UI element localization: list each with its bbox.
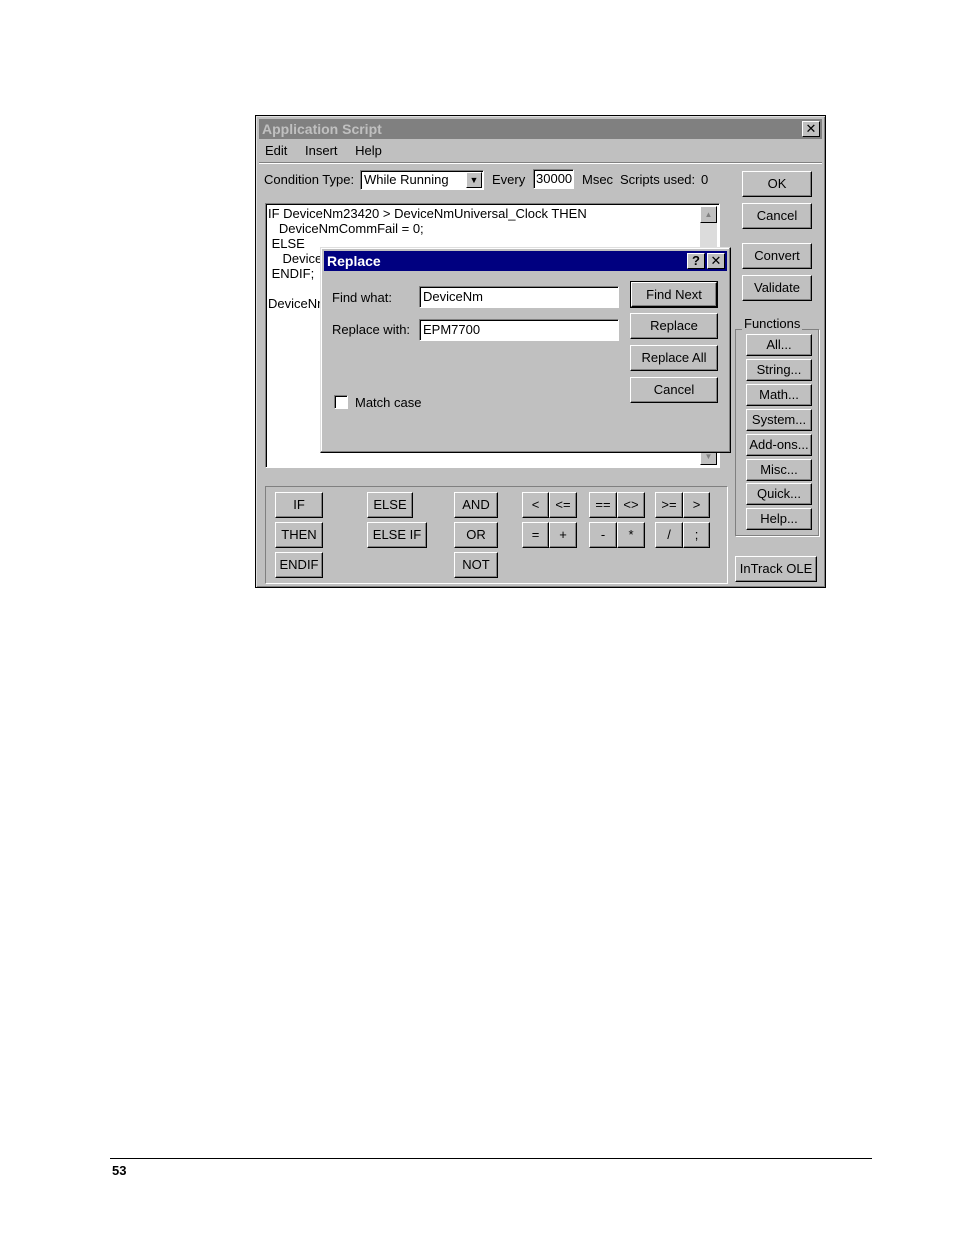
keyword-if-button[interactable]: IF <box>275 492 323 518</box>
keyword-or-button[interactable]: OR <box>454 522 498 548</box>
script-line: ELSE <box>268 236 305 251</box>
replace-button[interactable]: Replace <box>630 313 718 339</box>
window-title: Application Script <box>262 121 382 137</box>
scroll-up-icon[interactable]: ▲ <box>700 206 717 223</box>
keyword-elseif-button[interactable]: ELSE IF <box>367 522 427 548</box>
convert-button[interactable]: Convert <box>742 243 812 269</box>
replace-dialog-title: Replace <box>327 253 381 269</box>
script-line: IF DeviceNm23420 > DeviceNmUniversal_Clo… <box>268 206 587 221</box>
functions-label: Functions <box>742 316 803 331</box>
window-titlebar: Application Script ✕ <box>259 119 822 139</box>
operator-minus-button[interactable]: - <box>589 522 617 548</box>
page-number: 53 <box>112 1163 127 1178</box>
function-misc-button[interactable]: Misc... <box>746 459 812 481</box>
find-next-button[interactable]: Find Next <box>630 281 718 308</box>
every-label: Every <box>492 172 526 187</box>
replace-with-label: Replace with: <box>332 322 411 337</box>
replace-dialog-titlebar: Replace ? ✕ <box>324 251 727 271</box>
operator-le-button[interactable]: <= <box>549 492 577 518</box>
validate-button[interactable]: Validate <box>742 275 812 301</box>
close-icon[interactable]: ✕ <box>707 253 725 269</box>
function-all-button[interactable]: All... <box>746 334 812 356</box>
cancel-button[interactable]: Cancel <box>742 203 812 229</box>
script-line: ENDIF; <box>268 266 315 281</box>
replace-cancel-button[interactable]: Cancel <box>630 377 718 403</box>
operator-gt-button[interactable]: > <box>683 492 710 518</box>
chevron-down-icon[interactable]: ▼ <box>466 172 482 188</box>
script-line: DeviceNmCommFail = 0; <box>268 221 424 236</box>
find-what-input[interactable]: DeviceNm <box>419 286 619 308</box>
keyword-else-button[interactable]: ELSE <box>367 492 413 518</box>
ok-button[interactable]: OK <box>742 171 812 197</box>
help-icon[interactable]: ? <box>687 253 705 269</box>
every-input[interactable]: 30000 <box>533 169 574 189</box>
function-addons-button[interactable]: Add-ons... <box>746 434 812 456</box>
close-icon[interactable]: ✕ <box>802 121 820 137</box>
intrack-ole-button[interactable]: InTrack OLE <box>735 556 817 582</box>
match-case-label: Match case <box>355 395 422 410</box>
menu-help[interactable]: Help <box>355 143 382 158</box>
menu-insert[interactable]: Insert <box>305 143 338 158</box>
keyword-then-button[interactable]: THEN <box>275 522 323 548</box>
operator-assign-button[interactable]: = <box>522 522 549 548</box>
replace-dialog: Replace ? ✕ Find what: DeviceNm Replace … <box>320 247 731 453</box>
find-what-label: Find what: <box>332 290 392 305</box>
match-case-checkbox[interactable] <box>334 395 348 409</box>
replace-all-button[interactable]: Replace All <box>630 345 718 371</box>
condition-type-label: Condition Type: <box>264 172 355 187</box>
scripts-used-value: 0 <box>701 172 709 187</box>
operator-eq-button[interactable]: == <box>589 492 617 518</box>
operator-divide-button[interactable]: / <box>655 522 683 548</box>
function-quick-button[interactable]: Quick... <box>746 483 812 505</box>
menu-edit[interactable]: Edit <box>265 143 287 158</box>
function-string-button[interactable]: String... <box>746 359 812 381</box>
function-help-button[interactable]: Help... <box>746 508 812 530</box>
scripts-used-label: Scripts used: <box>620 172 696 187</box>
menu-divider <box>259 162 822 163</box>
script-line: Device <box>268 251 323 266</box>
operator-multiply-button[interactable]: * <box>617 522 645 548</box>
script-line: DeviceNr <box>268 296 322 311</box>
keyword-endif-button[interactable]: ENDIF <box>275 552 323 578</box>
condition-type-select[interactable]: While Running ▼ <box>360 170 484 190</box>
condition-type-value: While Running <box>364 172 449 187</box>
keyword-and-button[interactable]: AND <box>454 492 498 518</box>
replace-with-input[interactable]: EPM7700 <box>419 319 619 341</box>
msec-label: Msec <box>582 172 614 187</box>
function-system-button[interactable]: System... <box>746 409 812 431</box>
function-math-button[interactable]: Math... <box>746 384 812 406</box>
operator-plus-button[interactable]: + <box>549 522 577 548</box>
operator-ne-button[interactable]: <> <box>617 492 645 518</box>
menu-bar: Edit Insert Help <box>265 143 396 158</box>
keyword-not-button[interactable]: NOT <box>454 552 498 578</box>
operator-ge-button[interactable]: >= <box>655 492 683 518</box>
footer-divider <box>110 1158 872 1159</box>
operator-lt-button[interactable]: < <box>522 492 549 518</box>
operator-semicolon-button[interactable]: ; <box>683 522 710 548</box>
